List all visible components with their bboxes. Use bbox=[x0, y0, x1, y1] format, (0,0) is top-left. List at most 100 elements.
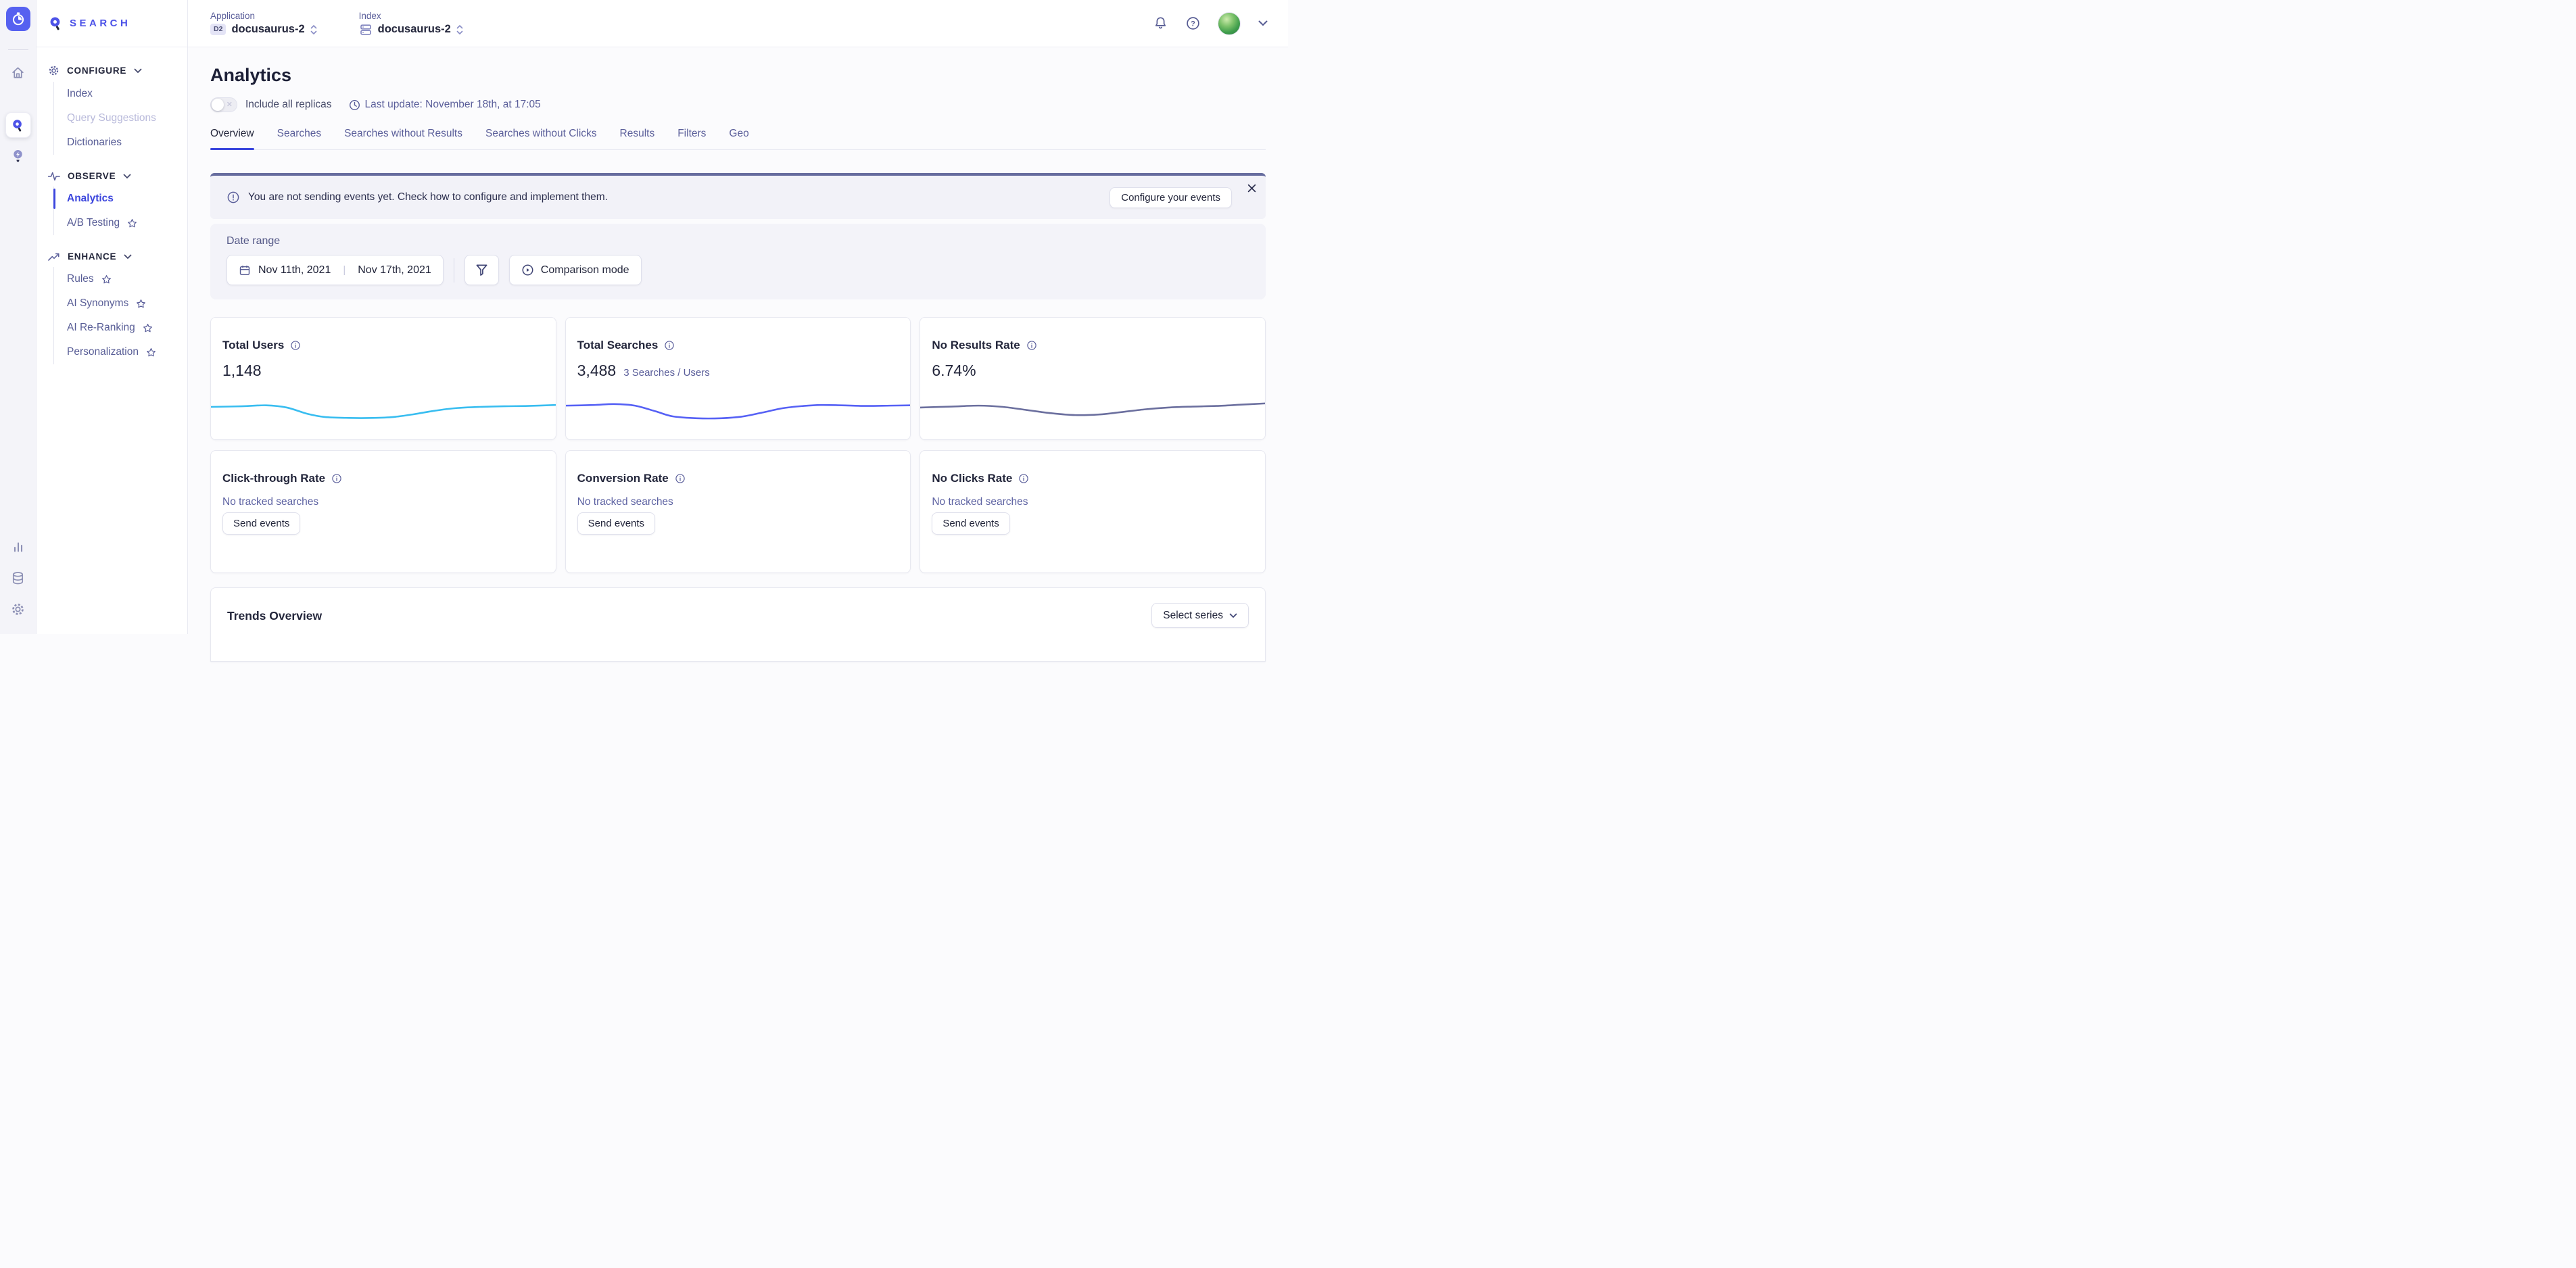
server-icon bbox=[359, 23, 373, 36]
tab-geo[interactable]: Geo bbox=[729, 128, 748, 140]
configure-events-button[interactable]: Configure your events bbox=[1110, 187, 1232, 208]
tab-filters[interactable]: Filters bbox=[677, 128, 706, 140]
card-title: Total Searches bbox=[577, 339, 659, 352]
nav-head-observe[interactable]: OBSERVE bbox=[48, 171, 187, 181]
total-users-sparkline bbox=[211, 388, 556, 426]
conversion-rate-card: Conversion Rate No tracked searches Send… bbox=[565, 450, 911, 573]
tab-searches-without-results[interactable]: Searches without Results bbox=[344, 128, 462, 140]
nav-section-title: ENHANCE bbox=[68, 251, 116, 262]
sidebar-item-ai-synonyms[interactable]: AI Synonyms bbox=[67, 291, 187, 316]
last-update-text: Last update: November 18th, at 17:05 bbox=[365, 99, 541, 111]
clock-icon bbox=[349, 99, 360, 111]
play-circle-icon bbox=[521, 264, 534, 276]
avatar[interactable] bbox=[1218, 12, 1241, 35]
info-icon[interactable] bbox=[1018, 473, 1029, 484]
sidebar: SEARCH CONFIGURE Index Query Suggestions… bbox=[37, 0, 188, 634]
info-icon[interactable] bbox=[664, 340, 675, 351]
sidebar-item-rules[interactable]: Rules bbox=[67, 267, 187, 291]
close-icon[interactable] bbox=[1245, 182, 1258, 194]
search-icon[interactable] bbox=[5, 112, 31, 138]
tab-overview[interactable]: Overview bbox=[210, 128, 254, 140]
info-icon[interactable] bbox=[675, 473, 686, 484]
send-events-button[interactable]: Send events bbox=[932, 512, 1009, 535]
funnel-icon bbox=[475, 264, 488, 276]
click-through-rate-card: Click-through Rate No tracked searches S… bbox=[210, 450, 556, 573]
nav-section-observe: OBSERVE Analytics A/B Testing bbox=[48, 171, 187, 235]
topbar-actions: ? bbox=[1153, 12, 1268, 35]
send-events-button[interactable]: Send events bbox=[222, 512, 300, 535]
sidebar-nav: CONFIGURE Index Query Suggestions Dictio… bbox=[37, 47, 187, 381]
page-content: Analytics ✕ Include all replicas Last up… bbox=[188, 47, 1288, 634]
page-title: Analytics bbox=[210, 65, 1266, 86]
filter-button[interactable] bbox=[464, 255, 499, 285]
card-status: No tracked searches bbox=[211, 496, 556, 508]
total-users-card: Total Users 1,148 bbox=[210, 317, 556, 440]
bar-chart-icon[interactable] bbox=[11, 539, 26, 554]
star-icon[interactable] bbox=[143, 323, 153, 333]
application-dropdown[interactable]: D2 docusaurus-2 bbox=[210, 23, 317, 36]
nav-head-enhance[interactable]: ENHANCE bbox=[48, 251, 187, 262]
logo[interactable]: SEARCH bbox=[37, 0, 187, 47]
rail-bottom-icons bbox=[11, 539, 26, 616]
main-area: Application D2 docusaurus-2 Index bbox=[188, 0, 1288, 634]
date-range-picker[interactable]: Nov 11th, 2021 | Nov 17th, 2021 bbox=[226, 255, 444, 285]
chevron-down-icon bbox=[124, 254, 132, 260]
sidebar-item-index[interactable]: Index bbox=[67, 82, 187, 106]
search-logo-icon bbox=[48, 16, 64, 31]
star-icon[interactable] bbox=[101, 274, 112, 285]
banner-message-row: You are not sending events yet. Check ho… bbox=[226, 191, 608, 204]
star-icon[interactable] bbox=[136, 299, 146, 309]
sidebar-item-query-suggestions[interactable]: Query Suggestions bbox=[67, 106, 187, 130]
card-title: No Results Rate bbox=[932, 339, 1020, 352]
home-icon[interactable] bbox=[11, 65, 26, 80]
sidebar-item-label: Rules bbox=[67, 273, 94, 285]
sidebar-item-dictionaries[interactable]: Dictionaries bbox=[67, 130, 187, 155]
bell-icon[interactable] bbox=[1153, 16, 1168, 31]
application-badge: D2 bbox=[210, 24, 226, 35]
card-subtitle: 3 Searches / Users bbox=[623, 367, 710, 379]
include-replicas-toggle[interactable]: ✕ bbox=[210, 97, 237, 112]
info-icon[interactable] bbox=[1026, 340, 1037, 351]
analytics-tabs: Overview Searches Searches without Resul… bbox=[210, 128, 1266, 150]
trends-title: Trends Overview bbox=[227, 609, 322, 623]
sidebar-item-label: Personalization bbox=[67, 346, 139, 358]
card-value: 3,488 bbox=[577, 362, 617, 380]
sidebar-item-ai-re-ranking[interactable]: AI Re-Ranking bbox=[67, 316, 187, 340]
metric-cards-row: Total Users 1,148 Total Searches bbox=[210, 317, 1266, 440]
star-icon[interactable] bbox=[127, 218, 137, 228]
comparison-mode-button[interactable]: Comparison mode bbox=[509, 255, 642, 285]
sidebar-item-ab-testing[interactable]: A/B Testing bbox=[67, 211, 187, 235]
send-events-button[interactable]: Send events bbox=[577, 512, 655, 535]
index-label: Index bbox=[359, 11, 463, 21]
index-selector: Index docusaurus-2 bbox=[359, 11, 463, 36]
tab-searches-without-clicks[interactable]: Searches without Clicks bbox=[485, 128, 597, 140]
tab-results[interactable]: Results bbox=[620, 128, 655, 140]
sidebar-item-personalization[interactable]: Personalization bbox=[67, 340, 187, 364]
sidebar-item-label: Index bbox=[67, 88, 93, 100]
svg-text:?: ? bbox=[1191, 20, 1195, 28]
chevron-down-icon[interactable] bbox=[1258, 20, 1268, 26]
database-icon[interactable] bbox=[11, 570, 26, 585]
chevron-down-icon bbox=[123, 174, 131, 179]
sort-chevrons-icon bbox=[310, 25, 317, 34]
index-dropdown[interactable]: docusaurus-2 bbox=[359, 23, 463, 36]
info-icon[interactable] bbox=[290, 340, 301, 351]
info-icon[interactable] bbox=[331, 473, 342, 484]
tab-searches[interactable]: Searches bbox=[277, 128, 321, 140]
no-clicks-rate-card: No Clicks Rate No tracked searches Send … bbox=[920, 450, 1266, 573]
banner-message: You are not sending events yet. Check ho… bbox=[248, 191, 608, 203]
calendar-icon bbox=[239, 264, 251, 276]
help-icon[interactable]: ? bbox=[1185, 16, 1200, 31]
sidebar-item-label: Analytics bbox=[67, 193, 114, 205]
nav-head-configure[interactable]: CONFIGURE bbox=[48, 65, 187, 76]
sidebar-item-analytics[interactable]: Analytics bbox=[67, 187, 187, 211]
nav-section-title: CONFIGURE bbox=[67, 66, 126, 76]
lightbulb-icon[interactable] bbox=[11, 149, 26, 164]
timer-icon[interactable] bbox=[6, 7, 30, 31]
date-range-row: Nov 11th, 2021 | Nov 17th, 2021 bbox=[226, 255, 1249, 285]
star-icon[interactable] bbox=[146, 347, 156, 358]
gear-icon[interactable] bbox=[11, 602, 26, 616]
event-cards-row: Click-through Rate No tracked searches S… bbox=[210, 450, 1266, 573]
select-series-button[interactable]: Select series bbox=[1151, 603, 1249, 628]
last-update: Last update: November 18th, at 17:05 bbox=[349, 99, 541, 111]
